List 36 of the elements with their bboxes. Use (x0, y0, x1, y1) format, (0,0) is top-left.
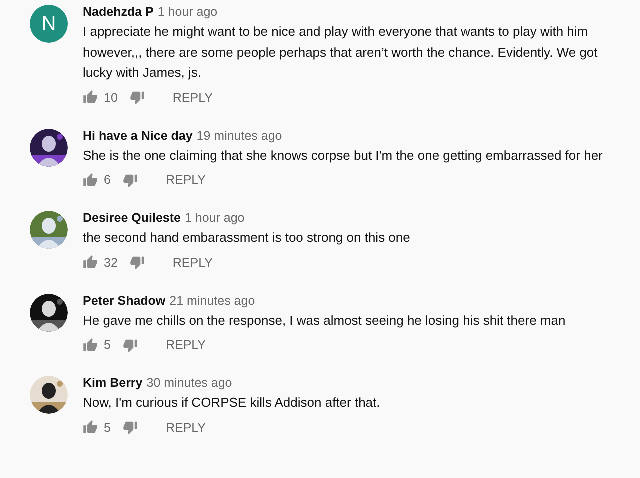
thumbs-up-icon[interactable] (83, 420, 98, 435)
like-count: 5 (104, 338, 111, 352)
thumbs-up-icon[interactable] (83, 90, 98, 105)
comment-time[interactable]: 30 minutes ago (146, 376, 232, 390)
comment-time[interactable]: 19 minutes ago (196, 128, 282, 142)
comment-time[interactable]: 1 hour ago (158, 5, 218, 19)
thumbs-up-icon[interactable] (83, 338, 98, 352)
author-name[interactable]: Hi have a Nice day (83, 128, 193, 142)
reply-button[interactable]: REPLY (166, 334, 206, 356)
author-name[interactable]: Nadehzda P (83, 5, 154, 19)
reply-button[interactable]: REPLY (172, 252, 213, 274)
comment-text: the second hand embarassment is too strong on this one (83, 229, 412, 247)
comment-text: Now, I'm curious if CORPSE kills Addison after that. (83, 394, 382, 412)
thumbs-down-icon[interactable] (122, 172, 138, 188)
comment-text: He gave me chills on the response, I was almost seeing he losing his shit there man (83, 312, 567, 330)
thumbs-down-icon[interactable] (130, 90, 145, 105)
comment-text: She is the one claiming that she knows corpse but I'm the one getting embarrassed for her (83, 146, 604, 165)
author-name[interactable]: Kim Berry (83, 376, 143, 390)
thumbs-down-icon[interactable] (122, 420, 138, 435)
comment-text: I appreciate he might want to be nice and play with everyone that wants to play with him however,,, there are some people perhaps that aren’t worth the chance. Evidently. We got lucky with James, js. (83, 23, 599, 82)
thumbs-down-icon[interactable] (122, 338, 138, 352)
thumbs-down-icon[interactable] (130, 255, 145, 270)
like-count: 6 (104, 173, 111, 187)
reply-button[interactable]: REPLY (166, 416, 206, 438)
avatar: N (30, 5, 68, 43)
comment-time[interactable]: 21 minutes ago (170, 294, 256, 308)
reply-button[interactable]: REPLY (172, 86, 213, 108)
thumbs-up-icon[interactable] (83, 172, 98, 188)
author-name[interactable]: Peter Shadow (83, 294, 166, 308)
reply-button[interactable]: REPLY (166, 169, 206, 191)
comment-time[interactable]: 1 hour ago (184, 211, 245, 225)
thumbs-up-icon[interactable] (83, 255, 98, 270)
like-count: 5 (104, 420, 111, 434)
like-count: 32 (104, 256, 118, 270)
like-count: 10 (104, 90, 118, 104)
author-name[interactable]: Desiree Quileste (83, 211, 181, 225)
